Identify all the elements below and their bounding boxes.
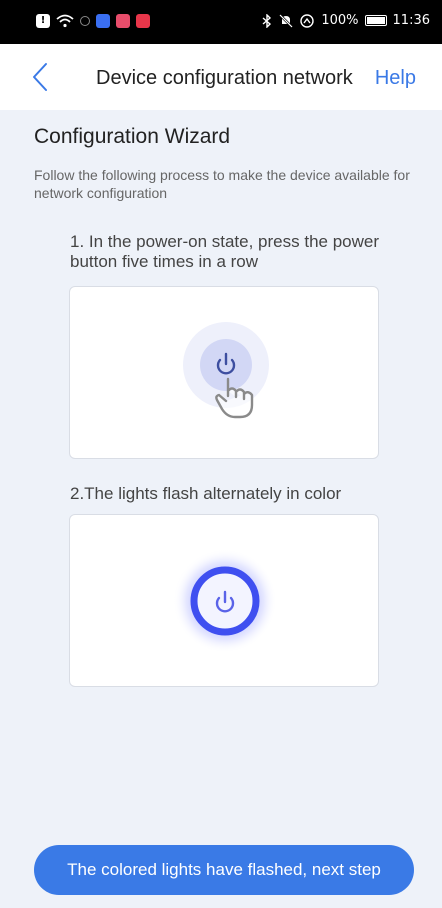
mute-icon: [279, 13, 294, 28]
battery-icon: [364, 15, 387, 26]
app-icon-pink: [116, 14, 130, 28]
press-power-illustration: [183, 322, 269, 419]
circle-icon: [80, 16, 90, 26]
app-icon-red: [136, 14, 150, 28]
status-icons-left: !: [36, 14, 150, 28]
wifi-icon: [56, 14, 74, 28]
navigation-bar: Device configuration network Help: [0, 44, 442, 110]
status-bar: ! 100% 11:36: [0, 0, 442, 44]
wizard-title: Configuration Wizard: [34, 125, 231, 148]
back-arrow-icon[interactable]: [24, 60, 58, 94]
step-1-text: 1. In the power-on state, press the powe…: [70, 232, 380, 271]
status-icons-right: 100% 11:36: [261, 13, 430, 28]
flashing-light-illustration: [173, 549, 277, 653]
wizard-description-line1: Follow the following process to make the…: [34, 167, 410, 183]
step-2-text: 2.The lights flash alternately in color: [70, 484, 342, 503]
status-time: 11:36: [392, 13, 430, 28]
app-icon-blue: [96, 14, 110, 28]
step-2-illustration-card: [69, 514, 379, 687]
step-1-illustration-card: [69, 286, 379, 459]
wizard-description: Follow the following process to make the…: [34, 166, 439, 202]
wizard-description-line2: network configuration: [34, 185, 168, 201]
data-icon: [300, 13, 315, 28]
bluetooth-icon: [262, 13, 272, 28]
help-link[interactable]: Help: [375, 67, 416, 90]
alert-icon: !: [36, 14, 50, 28]
next-step-button[interactable]: The colored lights have flashed, next st…: [34, 845, 414, 895]
page-title: Device configuration network: [96, 67, 353, 89]
battery-percent: 100%: [321, 13, 359, 28]
